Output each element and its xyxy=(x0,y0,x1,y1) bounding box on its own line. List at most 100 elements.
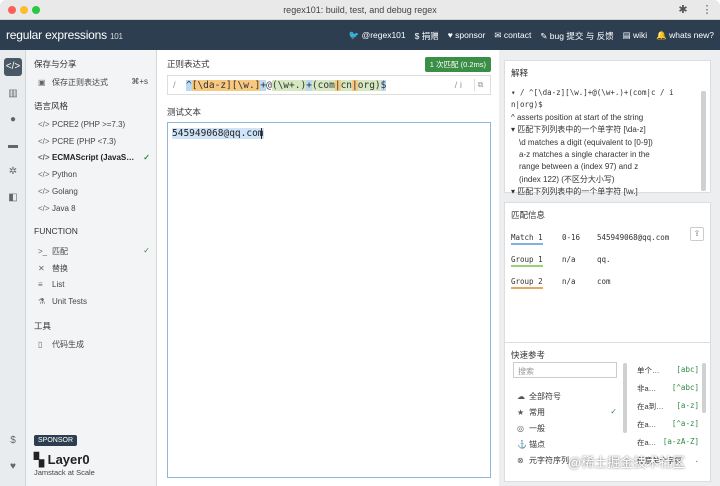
code-icon: </> xyxy=(38,187,50,196)
donate-link[interactable]: $ 捐赠 xyxy=(415,30,439,42)
match-row[interactable]: Match 1 0-16 545949068@qq.com xyxy=(511,229,691,249)
quick-reference-title: 快速参考 xyxy=(511,350,546,360)
flavor-item-python[interactable]: </> Python xyxy=(38,170,150,184)
token-row[interactable]: 在a到… [a-z] xyxy=(637,401,699,415)
puzzle-icon[interactable]: ✱ xyxy=(676,3,690,17)
quick-reference-search[interactable]: 搜索 xyxy=(513,362,617,378)
check-icon: ✓ xyxy=(143,246,150,255)
app-header: regular expressions 101 🐦 @regex101 $ 捐赠… xyxy=(0,20,720,50)
category-anchors[interactable]: ⚓ 锚点 xyxy=(517,439,617,453)
target-icon: ◎ xyxy=(517,424,524,433)
code-icon: </> xyxy=(38,204,50,213)
function-item-list[interactable]: ≡ List xyxy=(38,280,150,294)
code-icon: </> xyxy=(38,153,50,162)
share-icon[interactable]: ⇪ xyxy=(690,227,704,241)
anchor-icon: ⚓ xyxy=(517,440,527,449)
user-icon[interactable]: ● xyxy=(4,111,22,129)
test-string-label: 测试文本 xyxy=(167,107,202,117)
regex-flags[interactable]: / i xyxy=(455,80,462,91)
token-row[interactable]: 在a… [^a-z] xyxy=(637,419,699,433)
explanation-line: a-z matches a single character in the xyxy=(519,150,650,160)
regex-delimiter: / xyxy=(173,80,176,91)
token-scrollbar[interactable] xyxy=(702,363,706,413)
wiki-link[interactable]: ▤ wiki xyxy=(623,30,648,42)
explanation-tree: ▾ / ^[\da-z][\w.]+@(\w+.)+(com|c / i n|o… xyxy=(511,87,698,199)
chat-icon[interactable]: ▬ xyxy=(4,137,22,155)
flavor-item-ecmascript[interactable]: </> ECMAScript (JavaS… ✓ xyxy=(38,153,150,167)
stats-icon[interactable]: ▥ xyxy=(4,85,22,103)
function-section-title: FUNCTION xyxy=(34,226,78,236)
icon-rail: </> ▥ ● ▬ ✲ ◧ $ ♥ xyxy=(0,50,26,486)
function-item-match[interactable]: >_ 匹配 ✓ xyxy=(38,246,150,260)
match-count-badge: 1 次匹配 (0.2ms) xyxy=(424,57,491,72)
token-row[interactable]: 非a… [^abc] xyxy=(637,383,699,397)
code-icon: </> xyxy=(38,120,50,129)
copy-icon[interactable]: ⧉ xyxy=(474,79,486,91)
list-icon: ≡ xyxy=(38,280,43,289)
whats-new-link[interactable]: 🔔 whats new? xyxy=(656,30,714,42)
explanation-line[interactable]: ▾ 匹配下列列表中的一个单字符 [\w.] xyxy=(511,186,698,198)
match-info-title: 匹配信息 xyxy=(511,210,546,220)
token-row[interactable]: 单个… [abc] xyxy=(637,365,699,379)
swap-icon: ✕ xyxy=(38,264,45,273)
function-item-unit-tests[interactable]: ⚗ Unit Tests xyxy=(38,297,150,311)
twitter-link[interactable]: 🐦 @regex101 xyxy=(349,30,406,42)
right-column: 解释 ▾ / ^[\da-z][\w.]+@(\w+.)+(com|c / i … xyxy=(499,50,720,486)
explanation-line[interactable]: ▾ / ^[\da-z][\w.]+@(\w+.)+(com|c / i xyxy=(511,87,698,99)
token-row[interactable]: 在a… [a-zA-Z] xyxy=(637,437,699,451)
test-string-input[interactable]: 545949068@qq.com xyxy=(167,122,491,478)
match-highlight: 545949068@qq.com xyxy=(172,128,264,139)
sponsor-logo[interactable]: ▚ Layer0 xyxy=(34,452,90,468)
flavor-item-pcre2[interactable]: </> PCRE2 (PHP >=7.3) xyxy=(38,120,150,134)
editor-area: 正则表达式 1 次匹配 (0.2ms) / ^[\da-z][\w.]+@(\w… xyxy=(157,50,499,486)
file-icon: ▯ xyxy=(38,340,43,349)
flavor-item-java[interactable]: </> Java 8 xyxy=(38,204,150,218)
check-icon: ✓ xyxy=(143,153,150,162)
sponsor-tag: SPONSOR xyxy=(34,435,78,446)
save-regex-button[interactable]: ▣ 保存正则表达式 ⌘+s xyxy=(38,77,150,91)
explanation-line: range between a (index 97) and z xyxy=(519,162,639,172)
layer0-icon: ▚ xyxy=(34,452,44,467)
group-row[interactable]: Group 2 n/a com xyxy=(511,273,691,293)
gear-icon[interactable]: ✲ xyxy=(4,163,22,181)
tool-item-code-generator[interactable]: ▯ 代码生成 xyxy=(38,339,150,353)
regex-pattern[interactable]: ^[\da-z][\w.]+@(\w+.)+(com|cn|org)$ xyxy=(186,80,387,91)
site-logo[interactable]: regular expressions 101 xyxy=(6,28,123,42)
check-icon: ✓ xyxy=(610,407,617,416)
flask-icon: ⚗ xyxy=(38,297,46,306)
category-scrollbar[interactable] xyxy=(623,363,627,433)
code-icon: </> xyxy=(38,170,50,179)
explanation-line: ^ asserts position at start of the strin… xyxy=(511,112,644,122)
flavor-section-title: 语言风格 xyxy=(34,101,69,111)
regex-label: 正则表达式 xyxy=(167,59,210,69)
contact-link[interactable]: ✉ contact xyxy=(494,30,531,42)
more-icon[interactable]: ⋮ xyxy=(700,3,714,17)
heart-icon[interactable]: ♥ xyxy=(4,458,22,476)
explanation-line: (index 122) (不区分大小写) xyxy=(519,174,615,184)
flavor-item-golang[interactable]: </> Golang xyxy=(38,187,150,201)
function-item-substitution[interactable]: ✕ 替换 xyxy=(38,263,150,277)
dollar-icon[interactable]: $ xyxy=(4,432,22,450)
explanation-line[interactable]: ▾ 匹配下列列表中的一个单字符 [\da-z] xyxy=(511,124,698,136)
save-icon: ▣ xyxy=(38,78,46,87)
category-common[interactable]: ★ 常用 ✓ xyxy=(517,407,617,421)
save-shortcut: ⌘+s xyxy=(131,77,148,86)
header-nav: 🐦 @regex101 $ 捐赠 ♥ sponsor ✉ contact ✎ b… xyxy=(349,30,714,42)
meta-icon: ⊗ xyxy=(517,456,524,465)
code-icon[interactable]: </> xyxy=(4,58,22,76)
library-icon[interactable]: ◧ xyxy=(4,189,22,207)
regex-input[interactable]: / ^[\da-z][\w.]+@(\w+.)+(com|cn|org)$ / … xyxy=(167,75,491,95)
explanation-scrollbar[interactable] xyxy=(701,91,706,191)
bug-report-link[interactable]: ✎ bug 提交 与 反馈 xyxy=(540,30,613,42)
sponsor-tagline: Jamstack at Scale xyxy=(34,468,95,477)
flavor-item-pcre[interactable]: </> PCRE (PHP <7.3) xyxy=(38,137,150,151)
sponsor-link[interactable]: ♥ sponsor xyxy=(448,30,486,42)
save-section-title: 保存与分享 xyxy=(34,59,77,69)
category-all-tokens[interactable]: ☁ 全部符号 xyxy=(517,391,617,405)
category-general[interactable]: ◎ 一般 xyxy=(517,423,617,437)
left-panel: 保存与分享 ▣ 保存正则表达式 ⌘+s 语言风格 </> PCRE2 (PHP >=… xyxy=(26,50,157,486)
tools-section-title: 工具 xyxy=(34,321,52,331)
prompt-icon: >_ xyxy=(38,247,48,256)
text-caret xyxy=(261,128,262,139)
group-row[interactable]: Group 1 n/a qq. xyxy=(511,251,691,271)
